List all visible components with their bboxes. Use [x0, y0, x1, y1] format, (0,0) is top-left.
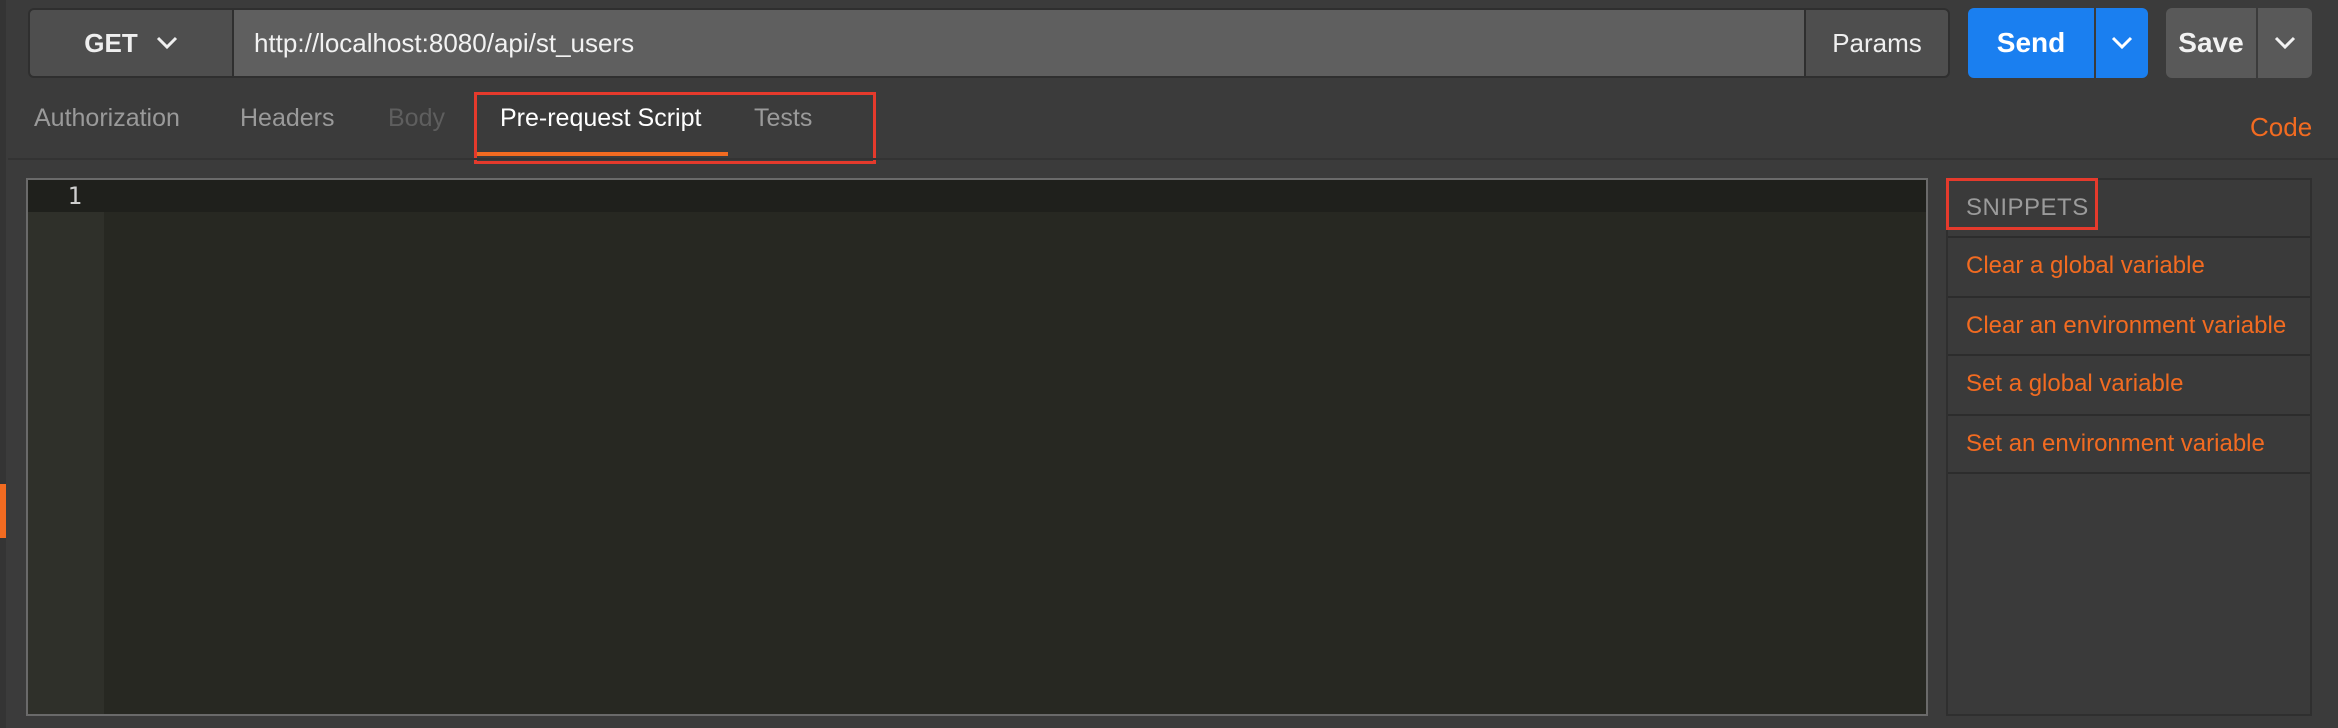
send-label: Send	[1996, 27, 2066, 58]
method-select[interactable]: GET	[28, 8, 234, 78]
tab-divider	[8, 158, 2338, 160]
sidebar-active-marker	[0, 484, 6, 538]
editor-active-line	[28, 180, 1926, 212]
save-label: Save	[2178, 27, 2244, 58]
snippets-highlight-box	[1946, 178, 2098, 230]
send-dropdown-button[interactable]	[2096, 8, 2148, 78]
editor-line-gutter	[28, 180, 104, 714]
params-button[interactable]: Params	[1804, 8, 1950, 78]
save-button[interactable]: Save	[2166, 8, 2256, 78]
url-value: http://localhost:8080/api/st_users	[254, 27, 635, 58]
script-editor[interactable]	[26, 178, 1928, 716]
tab-authorization[interactable]: Authorization	[34, 104, 180, 148]
tab-body[interactable]: Body	[388, 104, 445, 148]
url-input[interactable]: http://localhost:8080/api/st_users	[234, 8, 1804, 78]
left-sidebar-strip	[0, 0, 6, 728]
snippet-divider	[1948, 236, 2310, 238]
snippet-divider	[1948, 414, 2310, 416]
snippet-divider	[1948, 472, 2310, 474]
tab-headers[interactable]: Headers	[240, 104, 335, 148]
snippet-divider	[1948, 354, 2310, 356]
snippet-set-global-variable[interactable]: Set a global variable	[1966, 370, 2183, 398]
chevron-down-icon	[2274, 36, 2296, 50]
code-link[interactable]: Code	[2250, 112, 2312, 143]
snippet-divider	[1948, 296, 2310, 298]
chevron-down-icon	[156, 36, 177, 50]
snippet-clear-environment-variable[interactable]: Clear an environment variable	[1966, 312, 2286, 340]
send-button[interactable]: Send	[1968, 8, 2094, 78]
method-label: GET	[84, 27, 138, 58]
snippet-set-environment-variable[interactable]: Set an environment variable	[1966, 430, 2265, 458]
params-label: Params	[1832, 27, 1922, 58]
tabs-highlight-box	[474, 92, 876, 164]
line-number: 1	[67, 182, 82, 210]
snippet-clear-global-variable[interactable]: Clear a global variable	[1966, 252, 2205, 280]
save-dropdown-button[interactable]	[2258, 8, 2312, 78]
chevron-down-icon	[2111, 36, 2133, 50]
